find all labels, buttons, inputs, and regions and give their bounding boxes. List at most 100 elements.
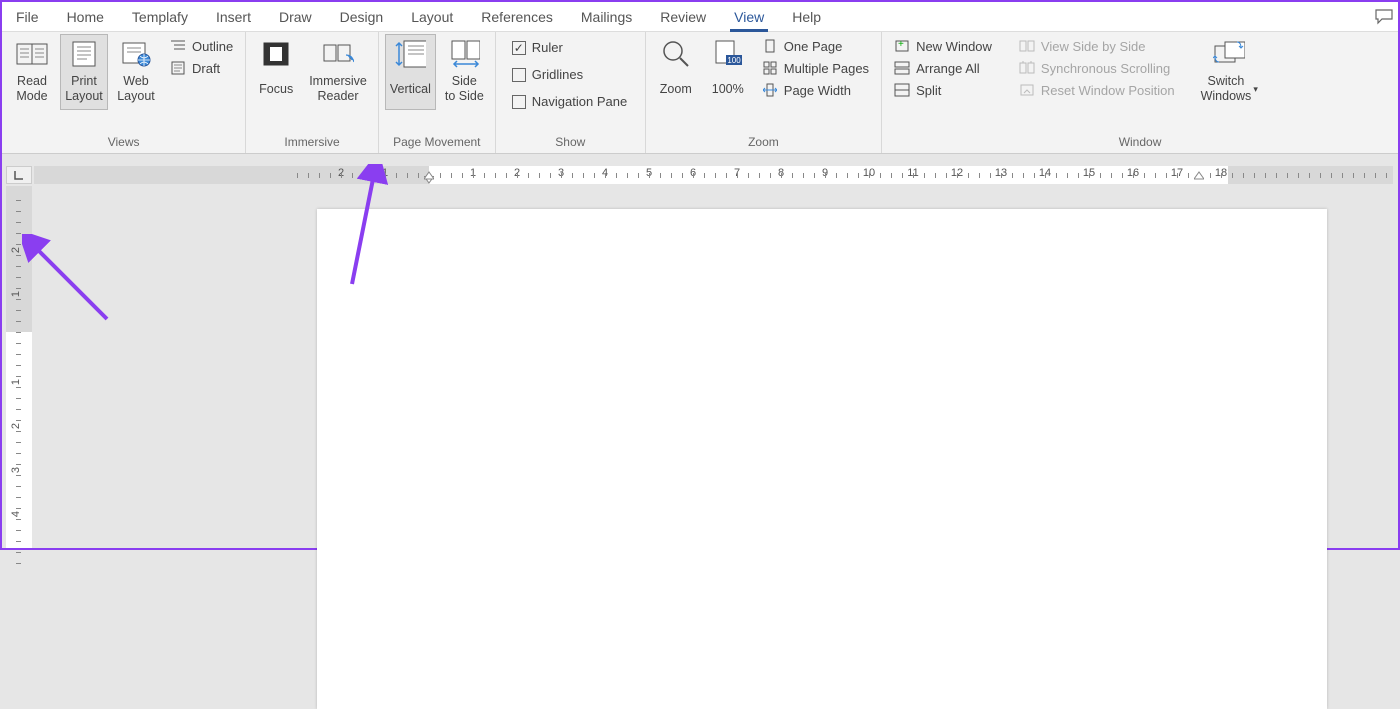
zoom-100-icon: 100 xyxy=(712,38,744,70)
menu-view[interactable]: View xyxy=(720,2,778,31)
read-mode-label: ReadMode xyxy=(16,72,47,106)
right-indent-marker[interactable] xyxy=(1194,168,1204,176)
side-to-side-label: Sideto Side xyxy=(445,72,484,106)
menu-home[interactable]: Home xyxy=(53,2,118,31)
group-window-label: Window xyxy=(888,133,1392,153)
multiple-pages-icon xyxy=(762,60,778,76)
one-page-label: One Page xyxy=(784,39,843,54)
draft-icon xyxy=(170,60,186,76)
navigation-pane-label: Navigation Pane xyxy=(532,94,627,109)
menu-help[interactable]: Help xyxy=(778,2,835,31)
menu-file[interactable]: File xyxy=(2,2,53,31)
arrange-all-label: Arrange All xyxy=(916,61,980,76)
zoom-100-label: 100% xyxy=(712,72,744,106)
focus-button[interactable]: Focus xyxy=(252,34,300,110)
menu-insert[interactable]: Insert xyxy=(202,2,265,31)
menu-templafy[interactable]: Templafy xyxy=(118,2,202,31)
group-zoom-label: Zoom xyxy=(652,133,875,153)
zoom-button[interactable]: Zoom xyxy=(652,34,700,110)
side-to-side-button[interactable]: Sideto Side xyxy=(440,34,489,110)
menu-design[interactable]: Design xyxy=(326,2,398,31)
menu-references[interactable]: References xyxy=(467,2,567,31)
reset-position-icon xyxy=(1019,82,1035,98)
page-width-label: Page Width xyxy=(784,83,851,98)
page-width-button[interactable]: Page Width xyxy=(756,80,875,100)
immersive-reader-label: ImmersiveReader xyxy=(309,72,367,106)
arrange-all-button[interactable]: Arrange All xyxy=(888,58,998,78)
checkbox-icon xyxy=(512,68,526,82)
navigation-pane-checkbox[interactable]: Navigation Pane xyxy=(506,92,633,111)
read-mode-icon xyxy=(16,38,48,70)
switch-windows-label: SwitchWindows▾ xyxy=(1201,72,1258,106)
checkbox-icon xyxy=(512,95,526,109)
svg-text:100: 100 xyxy=(727,56,741,65)
menu-draw[interactable]: Draw xyxy=(265,2,326,31)
group-show-label: Show xyxy=(502,133,639,153)
split-icon xyxy=(894,82,910,98)
group-zoom: Zoom 100 100% One Page Multiple Pages Pa… xyxy=(646,32,882,153)
vertical-button[interactable]: Vertical xyxy=(385,34,436,110)
tab-selector[interactable] xyxy=(6,166,32,184)
new-window-icon: + xyxy=(894,38,910,54)
group-immersive-label: Immersive xyxy=(252,133,372,153)
menubar: File Home Templafy Insert Draw Design La… xyxy=(2,2,1398,32)
split-label: Split xyxy=(916,83,941,98)
reset-position-label: Reset Window Position xyxy=(1041,83,1175,98)
focus-label: Focus xyxy=(259,72,293,106)
checkbox-icon xyxy=(512,41,526,55)
vertical-icon xyxy=(394,38,426,70)
switch-windows-button[interactable]: SwitchWindows▾ xyxy=(1196,34,1263,110)
new-window-label: New Window xyxy=(916,39,992,54)
annotation-arrow xyxy=(22,234,122,334)
multiple-pages-button[interactable]: Multiple Pages xyxy=(756,58,875,78)
reset-window-position-button: Reset Window Position xyxy=(1013,80,1181,100)
vertical-ruler[interactable]: 211234 xyxy=(6,186,32,548)
focus-icon xyxy=(260,38,292,70)
switch-windows-icon xyxy=(1213,38,1245,70)
document-page[interactable] xyxy=(317,209,1327,709)
arrange-all-icon xyxy=(894,60,910,76)
horizontal-ruler[interactable]: 21123456789101112131415161718 xyxy=(34,166,1393,184)
group-show: Ruler Gridlines Navigation Pane Show xyxy=(496,32,646,153)
group-immersive: Focus ImmersiveReader Immersive xyxy=(246,32,379,153)
web-layout-label: WebLayout xyxy=(117,72,155,106)
chevron-down-icon: ▾ xyxy=(1253,84,1258,95)
draft-label: Draft xyxy=(192,61,220,76)
svg-text:+: + xyxy=(898,39,904,50)
split-button[interactable]: Split xyxy=(888,80,998,100)
comments-icon[interactable] xyxy=(1370,2,1398,31)
group-views: ReadMode PrintLayout WebLayout Outline D… xyxy=(2,32,246,153)
outline-label: Outline xyxy=(192,39,233,54)
print-layout-label: PrintLayout xyxy=(65,72,103,106)
outline-button[interactable]: Outline xyxy=(164,36,239,56)
sync-scroll-label: Synchronous Scrolling xyxy=(1041,61,1170,76)
print-layout-button[interactable]: PrintLayout xyxy=(60,34,108,110)
multiple-pages-label: Multiple Pages xyxy=(784,61,869,76)
gridlines-label: Gridlines xyxy=(532,67,583,82)
sync-scroll-icon xyxy=(1019,60,1035,76)
ruler-checkbox[interactable]: Ruler xyxy=(506,38,633,57)
document-area: 21123456789101112131415161718 211234 xyxy=(2,154,1398,548)
group-page-movement: Vertical Sideto Side Page Movement xyxy=(379,32,496,153)
one-page-icon xyxy=(762,38,778,54)
web-layout-icon xyxy=(120,38,152,70)
print-layout-icon xyxy=(68,38,100,70)
zoom-100-button[interactable]: 100 100% xyxy=(704,34,752,110)
draft-button[interactable]: Draft xyxy=(164,58,239,78)
web-layout-button[interactable]: WebLayout xyxy=(112,34,160,110)
side-by-side-icon xyxy=(1019,38,1035,54)
group-page-movement-label: Page Movement xyxy=(385,133,489,153)
one-page-button[interactable]: One Page xyxy=(756,36,875,56)
immersive-reader-button[interactable]: ImmersiveReader xyxy=(304,34,372,110)
new-window-button[interactable]: + New Window xyxy=(888,36,998,56)
ribbon: ReadMode PrintLayout WebLayout Outline D… xyxy=(2,32,1398,154)
gridlines-checkbox[interactable]: Gridlines xyxy=(506,65,633,84)
page-width-icon xyxy=(762,82,778,98)
hanging-indent-marker[interactable] xyxy=(424,168,434,176)
group-window: + New Window Arrange All Split View Side… xyxy=(882,32,1398,153)
view-side-by-side-label: View Side by Side xyxy=(1041,39,1146,54)
menu-review[interactable]: Review xyxy=(646,2,720,31)
read-mode-button[interactable]: ReadMode xyxy=(8,34,56,110)
menu-layout[interactable]: Layout xyxy=(397,2,467,31)
menu-mailings[interactable]: Mailings xyxy=(567,2,646,31)
